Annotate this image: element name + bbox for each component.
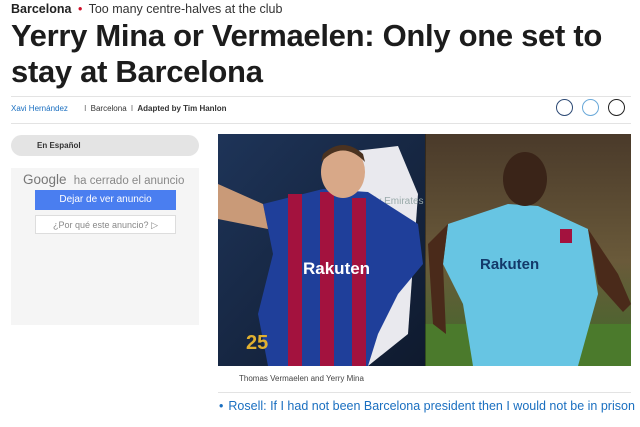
related-bullet: • (219, 399, 224, 413)
share-circle-icon[interactable] (582, 99, 599, 116)
article-headline: Yerry Mina or Vermaelen: Only one set to… (11, 18, 602, 89)
share-circle-icon[interactable] (608, 99, 625, 116)
why-this-ad-button[interactable]: ¿Por qué este anuncio? ▷ (35, 215, 176, 234)
kicker-separator: • (77, 2, 83, 16)
byline-outlet: Barcelona (90, 104, 127, 113)
left-shirt-number: 25 (246, 332, 268, 354)
section-link[interactable]: Barcelona (11, 2, 71, 16)
right-shirt-sponsor: Rakuten (480, 256, 539, 273)
stop-seeing-ad-button[interactable]: Dejar de ver anuncio (35, 190, 176, 210)
byline-separator: I (84, 104, 87, 113)
article-photo: Fly Emirates Rakuten 25 Rakuten (218, 134, 631, 366)
share-circle-icon[interactable] (556, 99, 573, 116)
ad-closed-text: ha cerrado el anuncio (73, 175, 185, 187)
related-article[interactable]: • Rosell: If I had not been Barcelona pre… (218, 392, 635, 423)
article-kicker: Barcelona • Too many centre-halves at th… (11, 2, 282, 16)
author-link[interactable]: Xavi Hernández (11, 104, 68, 113)
left-shirt-sponsor: Rakuten (303, 259, 370, 278)
byline-adapted: Adapted by Tim Hanlon (137, 104, 227, 113)
byline-separator: I (130, 104, 134, 113)
kicker-text: Too many centre-halves at the club (88, 2, 283, 16)
related-link[interactable]: Rosell: If I had not been Barcelona pres… (228, 399, 635, 413)
players-photo: Fly Emirates Rakuten 25 Rakuten (218, 134, 631, 366)
byline: Xavi Hernández I Barcelona I Adapted by … (11, 96, 631, 124)
ad-closed-panel: Google ha cerrado el anuncio Dejar de ve… (11, 168, 199, 325)
photo-caption: Thomas Vermaelen and Yerry Mina (239, 374, 364, 383)
ad-closed-message: Google ha cerrado el anuncio (23, 172, 184, 187)
google-logo: Google (23, 172, 67, 187)
language-tab[interactable]: En Español (11, 135, 199, 156)
